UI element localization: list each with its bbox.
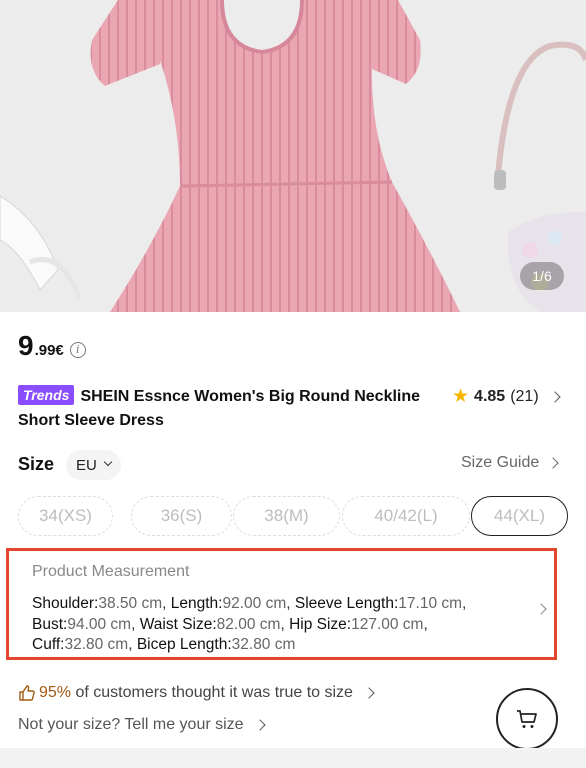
star-icon: ★ <box>452 386 470 407</box>
measurement-label: Bicep Length: <box>136 636 232 653</box>
price-decimal: .99€ <box>34 342 64 359</box>
measurement-details: Shoulder:38.50 cm, Length:92.00 cm, Slee… <box>32 595 467 653</box>
cart-icon <box>517 710 537 728</box>
chevron-right-icon <box>253 719 266 731</box>
product-image[interactable]: 1/6 <box>0 0 586 312</box>
thumbs-up-icon <box>19 685 35 701</box>
chevron-right-icon <box>535 603 547 615</box>
measurement-value: 94.00 cm <box>67 615 132 633</box>
product-title-text: SHEIN Essnce Women's Big Round Neckline … <box>18 388 421 429</box>
size-option-40-42l[interactable]: 40/42(L) <box>342 496 470 536</box>
chevron-right-icon <box>547 457 559 469</box>
size-option-34xs[interactable]: 34(XS) <box>18 496 113 536</box>
not-your-size-link[interactable]: Not your size? Tell me your size <box>18 716 266 734</box>
rating[interactable]: ★ 4.85 (21) <box>452 385 561 408</box>
measurement-title: Product Measurement <box>32 563 190 580</box>
size-region-select[interactable]: EU <box>66 450 121 480</box>
fit-text: of customers thought it was true to size <box>75 684 353 701</box>
measurement-label: Hip Size: <box>289 615 352 633</box>
fit-feedback[interactable]: 95% of customers thought it was true to … <box>18 684 375 702</box>
fit-percent: 95% <box>39 684 72 701</box>
size-option-36s[interactable]: 36(S) <box>131 496 232 536</box>
measurement-value: 127.00 cm <box>351 615 424 633</box>
cart-button[interactable] <box>496 688 558 750</box>
chevron-right-icon <box>548 390 561 403</box>
measurement-label: Waist Size: <box>139 615 217 633</box>
measurement-label: Cuff: <box>32 636 65 653</box>
measurement-label: Sleeve Length: <box>294 595 399 612</box>
measurement-value: 92.00 cm <box>222 595 287 612</box>
chevron-right-icon <box>363 687 375 699</box>
measurement-value: 38.50 cm <box>98 595 163 612</box>
measurement-value: 32.80 cm <box>64 636 129 653</box>
size-region-value: EU <box>76 456 97 474</box>
measurement-label: Shoulder: <box>32 595 99 612</box>
price: 9 .99€ i <box>18 330 86 362</box>
measurement-label: Bust: <box>32 615 68 633</box>
not-your-size-text: Not your size? Tell me your size <box>18 716 244 733</box>
size-label: Size <box>18 454 55 474</box>
chevron-down-icon <box>103 457 113 467</box>
measurement-label: Length: <box>170 595 223 612</box>
review-count: (21) <box>510 387 539 405</box>
price-integer: 9 <box>18 330 34 361</box>
bottom-divider <box>0 748 586 768</box>
size-guide-label: Size Guide <box>461 454 540 471</box>
image-counter: 1/6 <box>520 262 564 290</box>
size-guide-link[interactable]: Size Guide <box>461 454 559 472</box>
trends-badge: Trends <box>18 385 75 405</box>
product-photo <box>0 0 586 312</box>
size-options: 34(XS) 36(S) 38(M) 40/42(L) 44(XL) <box>18 496 578 536</box>
size-option-44xl[interactable]: 44(XL) <box>471 496 568 536</box>
rating-score: 4.85 <box>474 387 506 405</box>
product-measurement-panel[interactable]: Product Measurement Shoulder:38.50 cm, L… <box>6 548 557 660</box>
measurement-value: 32.80 cm <box>231 636 296 653</box>
product-title: Trends SHEIN Essnce Women's Big Round Nec… <box>18 385 438 433</box>
measurement-value: 17.10 cm <box>398 595 463 612</box>
size-option-38m[interactable]: 38(M) <box>233 496 340 536</box>
measurement-value: 82.00 cm <box>216 615 281 633</box>
info-icon[interactable]: i <box>69 341 86 358</box>
